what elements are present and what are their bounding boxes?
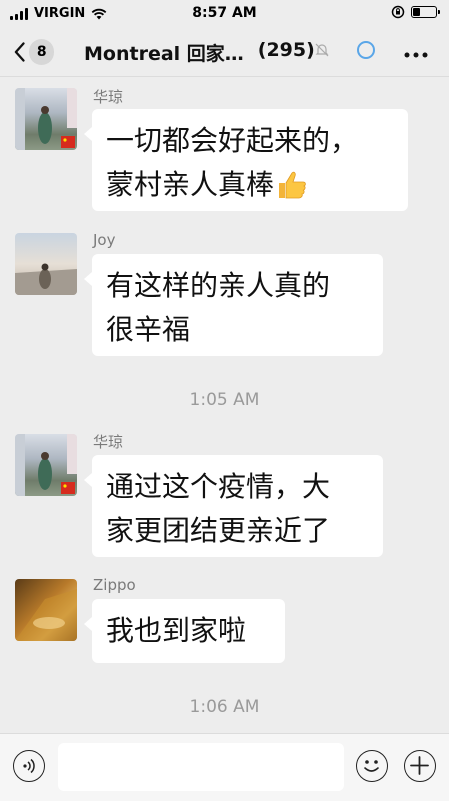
plus-icon: [410, 756, 429, 775]
sender-name: 华琼: [93, 433, 124, 451]
chat-title[interactable]: Montreal 回家… (295): [84, 39, 315, 66]
status-bar: VIRGIN 8:57 AM: [0, 0, 449, 28]
avatar-image: [15, 88, 77, 150]
loading-icon: [357, 41, 375, 59]
input-bar: [0, 733, 449, 801]
avatar[interactable]: [15, 88, 77, 150]
chat-header: 8 Montreal 回家… (295): [0, 28, 449, 77]
message-line: 通过这个疫情，大: [106, 470, 331, 503]
message-line: 有这样的亲人真的: [106, 269, 331, 302]
avatar[interactable]: [15, 233, 77, 295]
avatar-image: [15, 589, 77, 641]
message-line: 蒙村亲人真棒: [106, 168, 275, 201]
message-line: 很辛福: [106, 313, 191, 346]
mute-bell-icon: [315, 43, 329, 57]
unread-count-badge: 8: [29, 39, 54, 65]
message-bubble[interactable]: 我也到家啦: [84, 599, 285, 663]
voice-icon: [23, 758, 35, 774]
plus-button[interactable]: [404, 750, 436, 782]
voice-button[interactable]: [13, 750, 45, 782]
sender-name: Zippo: [93, 576, 136, 594]
status-right: [391, 5, 440, 19]
back-chevron-icon: [14, 42, 25, 62]
message-bubble[interactable]: 有这样的亲人真的 很辛福: [84, 254, 383, 356]
more-icon: [404, 52, 428, 58]
timestamp: 1:05 AM: [189, 390, 260, 410]
back-button[interactable]: 8: [14, 37, 54, 67]
avatar[interactable]: [15, 434, 77, 496]
avatar[interactable]: [15, 579, 77, 641]
message-line: 一切都会好起来的，: [106, 124, 359, 157]
avatar-image: [15, 263, 77, 295]
emoji-button[interactable]: [356, 750, 388, 782]
status-time: 8:57 AM: [192, 5, 257, 21]
battery-icon: [411, 6, 440, 18]
message-line: 家更团结更亲近了: [106, 514, 331, 547]
message-bubble[interactable]: 通过这个疫情，大 家更团结更亲近了: [84, 455, 383, 557]
timestamp: 1:06 AM: [189, 697, 260, 717]
message-input[interactable]: [58, 743, 344, 791]
more-button[interactable]: [404, 40, 428, 64]
message-bubble[interactable]: 一切都会好起来的， 蒙村亲人真棒: [84, 109, 408, 211]
message-line-with-emoji: 蒙村亲人真棒: [106, 163, 394, 207]
sender-name: Joy: [93, 231, 116, 249]
sender-name: 华琼: [93, 88, 124, 106]
message-line: 我也到家啦: [106, 614, 247, 647]
emoji-icon: [364, 760, 379, 772]
chat-name: Montreal 回家…: [84, 43, 244, 65]
avatar-image: [15, 434, 77, 496]
thumbs-up-icon: [279, 171, 306, 199]
member-count: (295): [257, 39, 315, 61]
lock-rotation-icon: [391, 5, 405, 19]
